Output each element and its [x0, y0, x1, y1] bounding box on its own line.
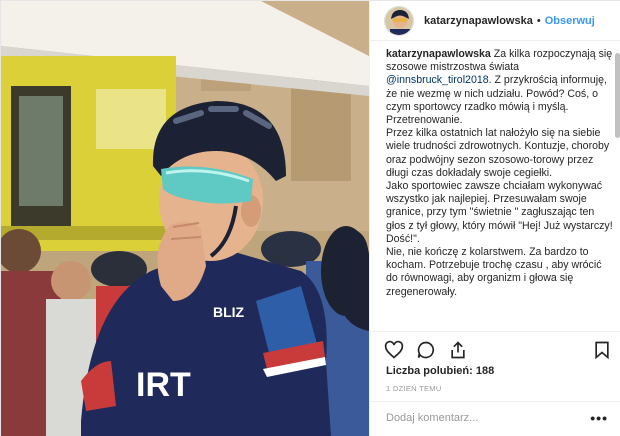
action-bar [370, 331, 620, 365]
caption-p4: Nie, nie kończę z kolarstwem. Za bardzo … [386, 246, 602, 298]
more-options-icon[interactable]: ••• [590, 410, 608, 426]
header-username[interactable]: katarzynapawlowska [424, 15, 533, 27]
follow-button[interactable]: Obserwuj [545, 15, 595, 27]
likes-number: 188 [475, 365, 495, 377]
caption-username[interactable]: katarzynapawlowska [386, 48, 491, 60]
post-header: katarzynapawlowska • Obserwuj [370, 1, 620, 41]
caption-p3: Jako sportowiec zawsze chciałam wykonywa… [386, 180, 613, 245]
caption-mention[interactable]: @innsbruck_tirol2018 [386, 74, 489, 86]
avatar[interactable] [384, 5, 414, 36]
bookmark-icon[interactable] [592, 340, 612, 360]
likes-label: Liczba polubień: [386, 365, 473, 377]
post-timestamp[interactable]: 1 DZIEŃ TEMU [386, 384, 442, 393]
jersey-sponsor: BLIZ [213, 304, 245, 320]
post-side-panel: katarzynapawlowska • Obserwuj katarzynap… [369, 1, 620, 436]
jersey-text: IRT [136, 366, 191, 404]
caption-first-paragraph: katarzynapawlowska Za kilka rozpoczynają… [386, 48, 616, 127]
comment-icon[interactable] [416, 340, 436, 360]
header-separator: • [536, 14, 541, 27]
caption-p2: Przez kilka ostatnich lat nałożyło się n… [386, 127, 610, 179]
comment-bar: ••• [370, 401, 620, 436]
caption-scrollbar[interactable] [615, 53, 620, 138]
cyclist-illustration: IRT BLIZ [1, 1, 369, 436]
likes-count[interactable]: Liczba polubień: 188 [386, 365, 494, 377]
comment-input[interactable] [386, 412, 576, 424]
instagram-post: IRT BLIZ katarzynapawlowska • Obserwuj k… [0, 0, 620, 436]
post-caption: katarzynapawlowska Za kilka rozpoczynają… [386, 48, 616, 330]
avatar-image [385, 6, 413, 35]
share-icon[interactable] [448, 340, 468, 360]
post-photo[interactable]: IRT BLIZ [1, 1, 369, 436]
heart-icon[interactable] [384, 340, 404, 360]
